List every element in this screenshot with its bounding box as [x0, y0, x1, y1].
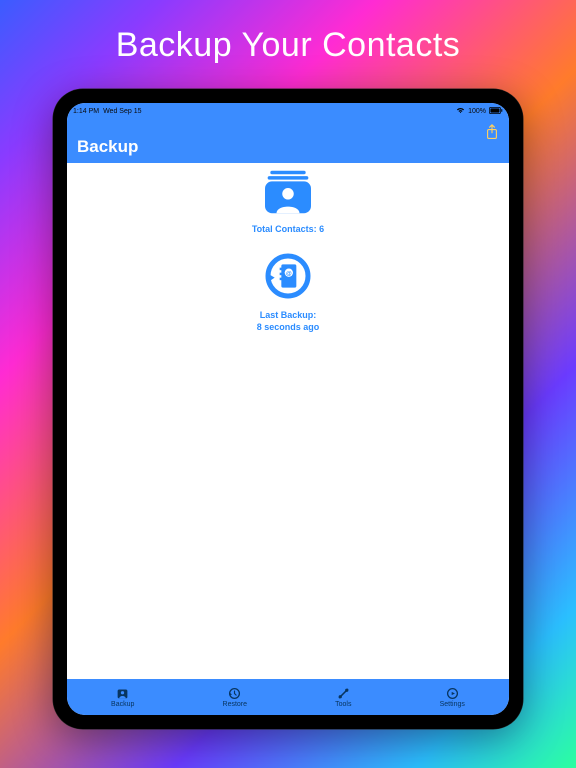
settings-tab-icon — [445, 686, 459, 700]
tab-restore-label: Restore — [223, 701, 248, 708]
last-backup-card[interactable]: @ Last Backup: 8 seconds ago — [257, 251, 320, 333]
status-left: 1:14 PM Wed Sep 15 — [73, 108, 141, 115]
total-contacts-card[interactable]: Total Contacts: 6 — [252, 169, 324, 235]
nav-bar: Backup — [67, 119, 509, 163]
status-bar: 1:14 PM Wed Sep 15 100% — [67, 103, 509, 119]
page-title: Backup — [77, 137, 138, 157]
tab-backup-label: Backup — [111, 701, 134, 708]
last-backup-line1: Last Backup: — [260, 310, 317, 320]
battery-icon — [489, 107, 503, 116]
promo-title: Backup Your Contacts — [116, 26, 461, 65]
restore-backup-icon: @ — [263, 251, 313, 306]
tab-bar: Backup Restore Tools — [67, 679, 509, 715]
gradient-background: Backup Your Contacts 1:14 PM Wed Sep 15 … — [0, 0, 576, 768]
device-screen: 1:14 PM Wed Sep 15 100% Backup — [67, 103, 509, 715]
restore-tab-icon — [228, 686, 242, 700]
content-area: Total Contacts: 6 @ — [67, 163, 509, 679]
status-right: 100% — [456, 107, 503, 116]
svg-text:@: @ — [286, 271, 292, 277]
ipad-frame: 1:14 PM Wed Sep 15 100% Backup — [53, 89, 523, 729]
status-time: 1:14 PM — [73, 108, 99, 115]
share-icon — [485, 124, 499, 140]
tab-tools-label: Tools — [335, 701, 351, 708]
last-backup-line2: 8 seconds ago — [257, 322, 320, 332]
total-contacts-label: Total Contacts: 6 — [252, 224, 324, 235]
tab-tools[interactable]: Tools — [335, 686, 351, 708]
last-backup-label: Last Backup: 8 seconds ago — [257, 310, 320, 333]
contacts-icon — [261, 169, 315, 220]
tab-settings-label: Settings — [440, 701, 465, 708]
tools-tab-icon — [336, 686, 350, 700]
battery-text: 100% — [468, 108, 486, 115]
status-date: Wed Sep 15 — [103, 108, 141, 115]
tab-settings[interactable]: Settings — [440, 686, 465, 708]
wifi-icon — [456, 107, 465, 116]
tab-restore[interactable]: Restore — [223, 686, 248, 708]
tab-backup[interactable]: Backup — [111, 686, 134, 708]
backup-tab-icon — [116, 686, 130, 700]
share-button[interactable] — [483, 123, 501, 141]
